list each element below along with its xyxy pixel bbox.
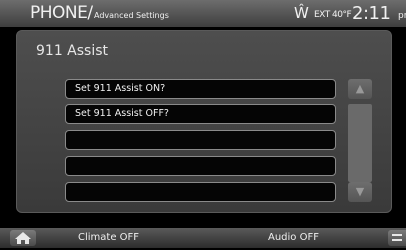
empty-option-row[interactable] xyxy=(65,182,336,202)
fan-icon: Ŵ xyxy=(294,4,309,22)
clock-ampm: pm xyxy=(398,11,406,21)
option-911-assist-on[interactable]: Set 911 Assist ON? xyxy=(65,79,336,99)
audio-status-button[interactable]: Audio OFF xyxy=(268,232,319,243)
page-title: PHONE/ xyxy=(30,3,93,23)
home-icon xyxy=(15,232,31,244)
screen: PHONE/ Advanced Settings Ŵ EXT 40°F 2:11… xyxy=(0,0,406,248)
option-label: Set 911 Assist OFF? xyxy=(75,108,169,119)
clock-time: 2:11 xyxy=(352,3,391,24)
home-button[interactable] xyxy=(10,230,36,246)
bottom-bar: Climate OFF Audio OFF xyxy=(0,228,406,248)
back-icon xyxy=(392,234,402,241)
page-subtitle: Advanced Settings xyxy=(94,11,169,20)
panel-title: 911 Assist xyxy=(36,43,109,59)
empty-option-row[interactable] xyxy=(65,130,336,150)
option-911-assist-off[interactable]: Set 911 Assist OFF? xyxy=(65,104,336,124)
back-button[interactable] xyxy=(388,230,406,246)
option-label: Set 911 Assist ON? xyxy=(75,83,166,94)
exterior-temperature: EXT 40°F xyxy=(314,10,352,20)
header-bar: PHONE/ Advanced Settings Ŵ EXT 40°F 2:11… xyxy=(0,0,406,27)
scroll-down-arrow-icon[interactable]: ▼ xyxy=(348,182,372,202)
climate-status-button[interactable]: Climate OFF xyxy=(78,232,139,243)
scrollbar-track[interactable] xyxy=(348,104,372,182)
empty-option-row[interactable] xyxy=(65,156,336,176)
scroll-up-arrow-icon[interactable]: ▲ xyxy=(348,79,372,99)
